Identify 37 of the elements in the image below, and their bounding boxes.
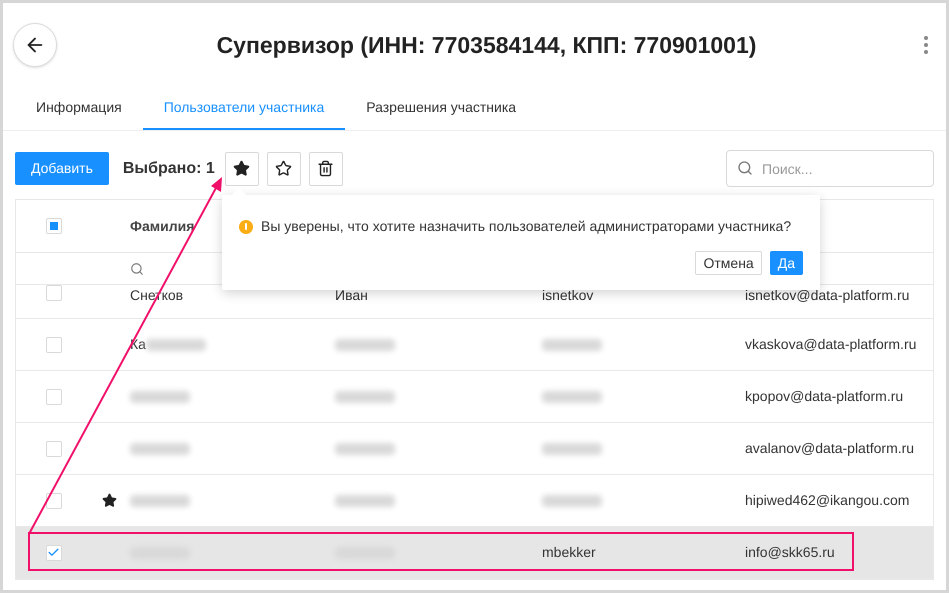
- delete-button[interactable]: [308, 152, 343, 186]
- table-cell-text: Иван: [335, 286, 368, 305]
- warning-icon: [239, 220, 253, 234]
- star-button[interactable]: [224, 152, 259, 186]
- back-button[interactable]: [13, 23, 57, 67]
- table-cell-text: vkaskova@data-platform.ru: [745, 335, 916, 354]
- unstar-button[interactable]: [266, 152, 301, 186]
- checkbox[interactable]: [46, 336, 62, 352]
- partial-mark-icon: [50, 222, 58, 230]
- popover-message: Вы уверены, что хотите назначить пользователей администраторами участника?: [261, 217, 792, 236]
- checkbox[interactable]: [46, 388, 62, 404]
- column-header: Фамилия: [130, 216, 194, 236]
- table-cell-text: avalanov@data-platform.ru: [745, 439, 914, 458]
- tab[interactable]: Разрешения участника: [345, 87, 538, 130]
- table-cell-text: kpopov@data-platform.ru: [745, 387, 904, 406]
- checkbox[interactable]: [46, 440, 62, 456]
- cancel-button[interactable]: Отмена: [695, 251, 762, 275]
- table-cell-text: mbekker: [542, 543, 596, 562]
- search-icon: [737, 160, 753, 176]
- star-outline-icon: [275, 160, 292, 177]
- page-title: Супервизор (ИНН: 7703584144, КПП: 770901001): [216, 30, 756, 60]
- filter-search-icon[interactable]: [130, 262, 144, 276]
- more-icon: [924, 36, 928, 54]
- selected-count: Выбрано: 1: [122, 158, 215, 178]
- table-cell-text: info@skk65.ru: [745, 543, 835, 562]
- table-cell-text: hipiwed462@ikangou.com: [745, 491, 910, 510]
- filled-star-icon: [233, 160, 250, 177]
- check-icon: [47, 546, 60, 559]
- search-field[interactable]: Поиск...: [726, 150, 934, 187]
- checkbox[interactable]: [46, 544, 62, 560]
- tab[interactable]: Информация: [15, 87, 143, 130]
- checkbox[interactable]: [46, 285, 62, 301]
- checkbox[interactable]: [46, 218, 62, 234]
- trash-icon: [317, 160, 334, 177]
- checkbox[interactable]: [46, 492, 62, 508]
- table-cell-text: isnetkov@data-platform.ru: [745, 286, 910, 305]
- table-cell-text: isnetkov: [542, 286, 594, 305]
